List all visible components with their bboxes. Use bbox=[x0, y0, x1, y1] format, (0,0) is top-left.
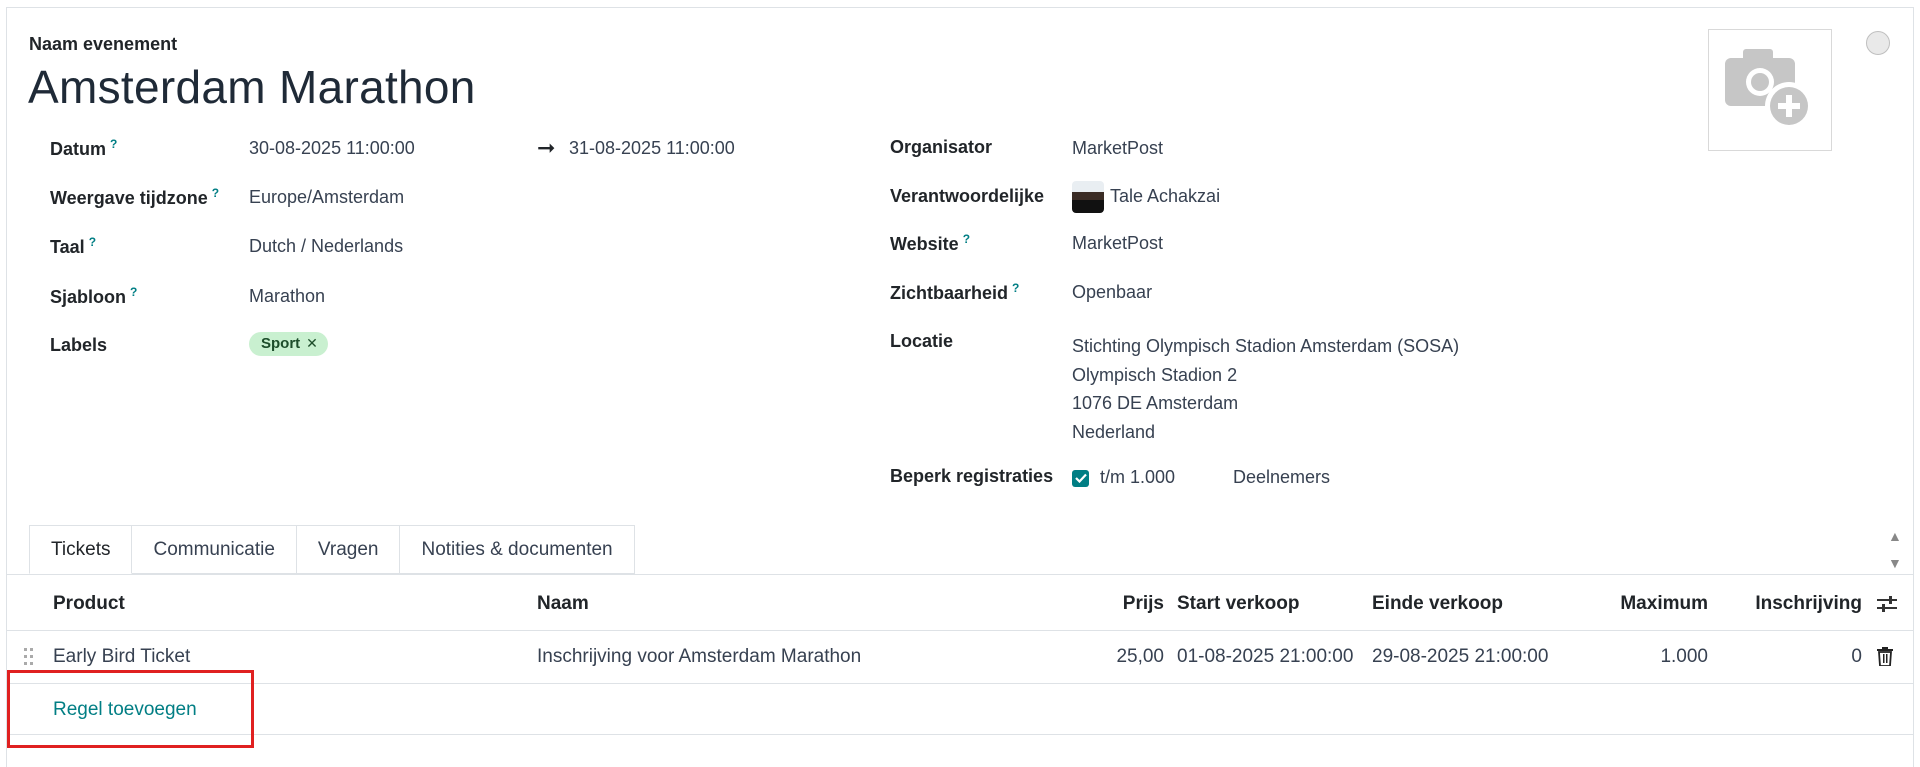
beperk-value[interactable]: t/m 1.000 bbox=[1100, 467, 1175, 487]
col-naam[interactable]: Naam bbox=[537, 593, 589, 615]
col-inschrijving[interactable]: Inschrijving bbox=[1735, 593, 1862, 615]
optional-columns-icon[interactable] bbox=[1876, 594, 1898, 619]
col-start-verkoop[interactable]: Start verkoop bbox=[1177, 593, 1299, 615]
tab-tickets[interactable]: Tickets bbox=[29, 525, 133, 574]
zichtbaarheid-label: Zichtbaarheid? bbox=[890, 281, 1020, 303]
row-divider bbox=[6, 734, 1914, 735]
cell-inschrijving[interactable]: 0 bbox=[1735, 646, 1862, 668]
notebook-tabs: Tickets Communicatie Vragen Notities & d… bbox=[29, 525, 635, 575]
datum-label: Datum? bbox=[50, 137, 118, 159]
locatie-label: Locatie bbox=[890, 331, 954, 351]
website-label: Website? bbox=[890, 232, 971, 254]
locatie-value[interactable]: Stichting Olympisch Stadion Amsterdam (S… bbox=[1072, 332, 1459, 446]
tag-sport: Sport ✕ bbox=[249, 332, 328, 356]
cell-start[interactable]: 01-08-2025 21:00:00 bbox=[1177, 646, 1353, 668]
zichtbaarheid-value[interactable]: Openbaar bbox=[1072, 282, 1152, 303]
checkbox-checked-icon[interactable] bbox=[1072, 469, 1089, 487]
organisator-value[interactable]: MarketPost bbox=[1072, 138, 1163, 159]
tag-label: Sport bbox=[261, 335, 301, 352]
help-icon[interactable]: ? bbox=[1012, 281, 1019, 295]
help-icon[interactable]: ? bbox=[963, 232, 970, 246]
scroll-down-icon[interactable]: ▼ bbox=[1888, 555, 1902, 571]
help-icon[interactable]: ? bbox=[110, 137, 117, 151]
col-maximum[interactable]: Maximum bbox=[1570, 593, 1708, 615]
verantwoordelijke-name: Tale Achakzai bbox=[1110, 185, 1221, 206]
scroll-up-icon[interactable]: ▲ bbox=[1888, 528, 1902, 544]
arrow-right-icon: ➞ bbox=[537, 135, 556, 160]
locatie-line: Stichting Olympisch Stadion Amsterdam (S… bbox=[1072, 336, 1460, 356]
locatie-line: 1076 DE Amsterdam bbox=[1072, 393, 1239, 413]
tijdzone-label: Weergave tijdzone? bbox=[50, 186, 220, 208]
cell-maximum[interactable]: 1.000 bbox=[1570, 646, 1708, 668]
beperk-label: Beperk registraties bbox=[890, 466, 1054, 486]
remove-tag-icon[interactable]: ✕ bbox=[306, 335, 318, 352]
taal-label: Taal? bbox=[50, 235, 97, 257]
verantwoordelijke-value[interactable]: Tale Achakzai bbox=[1072, 181, 1220, 213]
col-product[interactable]: Product bbox=[53, 593, 125, 615]
col-einde-verkoop[interactable]: Einde verkoop bbox=[1372, 593, 1503, 615]
tab-vragen[interactable]: Vragen bbox=[296, 525, 401, 574]
sjabloon-value[interactable]: Marathon bbox=[249, 286, 325, 307]
col-prijs[interactable]: Prijs bbox=[1080, 593, 1164, 615]
cell-naam[interactable]: Inschrijving voor Amsterdam Marathon bbox=[537, 646, 861, 668]
cell-einde[interactable]: 29-08-2025 21:00:00 bbox=[1372, 646, 1548, 668]
verantwoordelijke-label: Verantwoordelijke bbox=[890, 186, 1045, 206]
beperk-unit: Deelnemers bbox=[1233, 467, 1331, 487]
drag-handle-icon[interactable] bbox=[24, 648, 34, 671]
highlight-box bbox=[7, 670, 254, 748]
tab-communicatie[interactable]: Communicatie bbox=[132, 525, 297, 574]
event-image-upload[interactable] bbox=[1708, 29, 1832, 151]
help-icon[interactable]: ? bbox=[130, 285, 137, 299]
tab-notities[interactable]: Notities & documenten bbox=[400, 525, 635, 574]
avatar bbox=[1072, 181, 1104, 213]
status-indicator[interactable] bbox=[1866, 31, 1890, 55]
datum-end[interactable]: 31-08-2025 11:00:00 bbox=[569, 138, 735, 159]
organisator-label: Organisator bbox=[890, 137, 993, 157]
tab-divider bbox=[6, 574, 1914, 575]
event-name-label: Naam evenement bbox=[29, 34, 178, 54]
beperk-field[interactable]: t/m 1.000 bbox=[1072, 467, 1175, 488]
row-divider bbox=[6, 630, 1914, 631]
website-value[interactable]: MarketPost bbox=[1072, 233, 1163, 254]
cell-prijs[interactable]: 25,00 bbox=[1080, 646, 1164, 668]
trash-icon[interactable] bbox=[1877, 647, 1893, 671]
event-name-title[interactable]: Amsterdam Marathon bbox=[28, 60, 476, 114]
labels-label: Labels bbox=[50, 335, 108, 355]
help-icon[interactable]: ? bbox=[212, 186, 219, 200]
datum-start[interactable]: 30-08-2025 11:00:00 bbox=[249, 138, 415, 159]
locatie-line: Olympisch Stadion 2 bbox=[1072, 364, 1238, 385]
help-icon[interactable]: ? bbox=[89, 235, 96, 249]
labels-field[interactable]: Sport ✕ bbox=[249, 332, 328, 356]
tijdzone-value[interactable]: Europe/Amsterdam bbox=[249, 187, 404, 208]
locatie-line: Nederland bbox=[1072, 421, 1156, 442]
row-divider bbox=[6, 683, 1914, 684]
cell-product[interactable]: Early Bird Ticket bbox=[53, 646, 190, 668]
taal-value[interactable]: Dutch / Nederlands bbox=[249, 236, 403, 257]
sjabloon-label: Sjabloon? bbox=[50, 285, 138, 307]
camera-add-icon bbox=[1725, 49, 1813, 130]
